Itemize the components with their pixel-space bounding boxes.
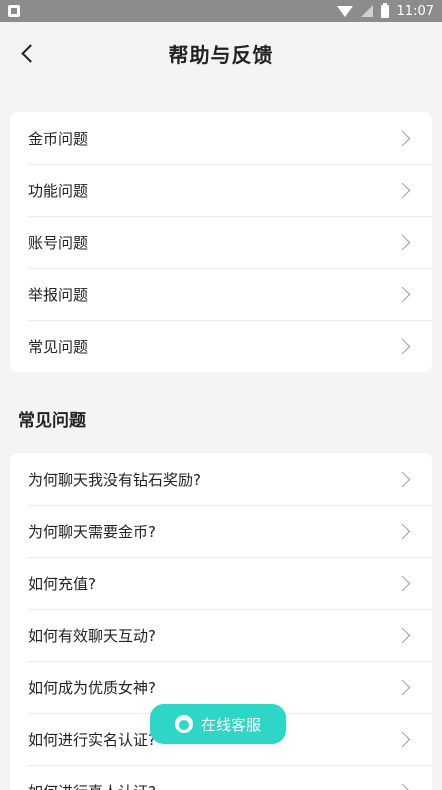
chevron-right-icon <box>394 523 411 539</box>
row-label: 如何充值? <box>28 574 96 593</box>
chevron-right-icon <box>394 627 411 643</box>
row-label: 如何进行实名认证? <box>28 730 156 749</box>
row-label: 功能问题 <box>28 181 89 200</box>
row-label: 如何成为优质女神? <box>28 678 156 697</box>
chevron-right-icon <box>394 731 411 747</box>
category-card: 金币问题 功能问题 账号问题 举报问题 常见问题 <box>10 112 432 372</box>
faq-section-heading: 常见问题 <box>18 411 86 431</box>
nav-bar: 帮助与反馈 <box>0 22 442 84</box>
status-right: 11:07 <box>336 2 434 19</box>
chevron-right-icon <box>394 471 411 487</box>
row-label: 常见问题 <box>28 337 89 356</box>
chevron-right-icon <box>394 575 411 591</box>
wifi-icon <box>336 5 353 17</box>
row-label: 为何聊天需要金币? <box>28 522 156 541</box>
faq-row[interactable]: 如何充值? <box>10 557 432 609</box>
signal-icon <box>360 5 373 17</box>
faq-row[interactable]: 如何有效聊天互动? <box>10 609 432 661</box>
online-support-label: 在线客服 <box>200 715 261 734</box>
app-notification-icon <box>8 5 20 17</box>
category-row-features[interactable]: 功能问题 <box>10 164 432 216</box>
content-scroll[interactable]: 金币问题 功能问题 账号问题 举报问题 常见问题 常见问题 为何聊天我没有钻石奖… <box>0 84 442 790</box>
headset-icon <box>174 715 193 733</box>
category-row-common[interactable]: 常见问题 <box>10 320 432 372</box>
back-button[interactable] <box>12 38 42 68</box>
category-row-report[interactable]: 举报问题 <box>10 268 432 320</box>
status-time: 11:07 <box>396 3 434 19</box>
chevron-left-icon <box>20 43 40 63</box>
category-row-account[interactable]: 账号问题 <box>10 216 432 268</box>
faq-row[interactable]: 如何进行真人认证? <box>10 765 432 790</box>
row-label: 如何有效聊天互动? <box>28 626 156 645</box>
chevron-right-icon <box>394 679 411 695</box>
chevron-right-icon <box>394 234 411 250</box>
category-row-coins[interactable]: 金币问题 <box>10 112 432 164</box>
faq-row[interactable]: 为何聊天我没有钻石奖励? <box>10 453 432 505</box>
status-bar: 11:07 <box>0 0 442 22</box>
chevron-right-icon <box>394 286 411 302</box>
chevron-right-icon <box>394 130 411 146</box>
row-label: 金币问题 <box>28 129 89 148</box>
page-title: 帮助与反馈 <box>168 42 274 67</box>
row-label: 账号问题 <box>28 233 89 252</box>
row-label: 举报问题 <box>28 285 89 304</box>
status-left <box>8 5 20 17</box>
chevron-right-icon <box>394 783 411 790</box>
battery-icon <box>380 2 389 18</box>
faq-row[interactable]: 为何聊天需要金币? <box>10 505 432 557</box>
online-support-button[interactable]: 在线客服 <box>150 704 286 744</box>
chevron-right-icon <box>394 182 411 198</box>
row-label: 为何聊天我没有钻石奖励? <box>28 470 201 489</box>
chevron-right-icon <box>394 338 411 354</box>
row-label: 如何进行真人认证? <box>28 781 156 790</box>
